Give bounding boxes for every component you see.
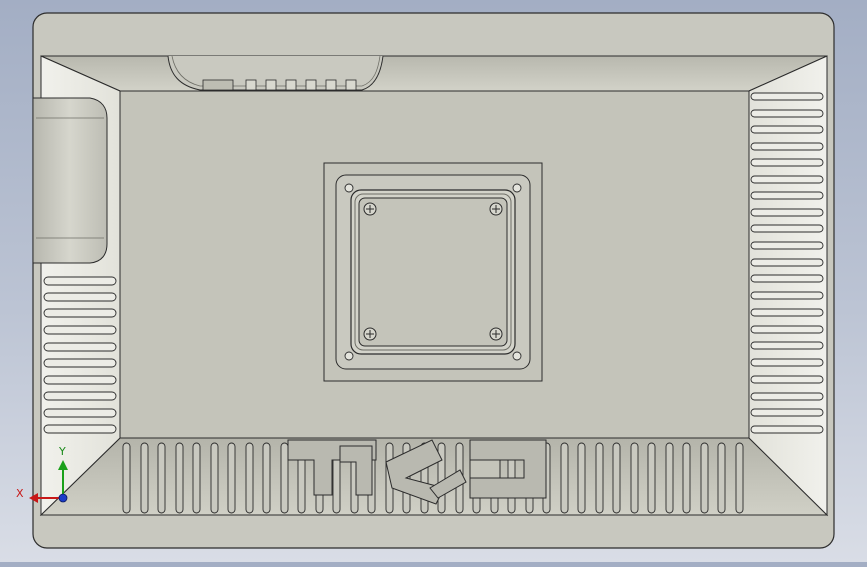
screw-top-right — [489, 202, 503, 216]
right-vent-slots — [750, 92, 824, 434]
right-bevel — [748, 55, 828, 517]
vesa-mount — [323, 162, 543, 382]
y-axis-label: Y — [58, 445, 66, 458]
model-canvas[interactable]: Y X — [0, 0, 867, 562]
connector-bay — [167, 55, 384, 91]
cad-viewport[interactable]: Y X — [0, 0, 867, 562]
z-axis-dot — [58, 493, 68, 503]
screw-bottom-right — [489, 327, 503, 341]
screw-top-left — [363, 202, 377, 216]
top-bevel — [40, 55, 828, 92]
screw-bottom-left — [363, 327, 377, 341]
left-side-handle — [32, 97, 108, 264]
x-axis-label: X — [16, 487, 24, 500]
